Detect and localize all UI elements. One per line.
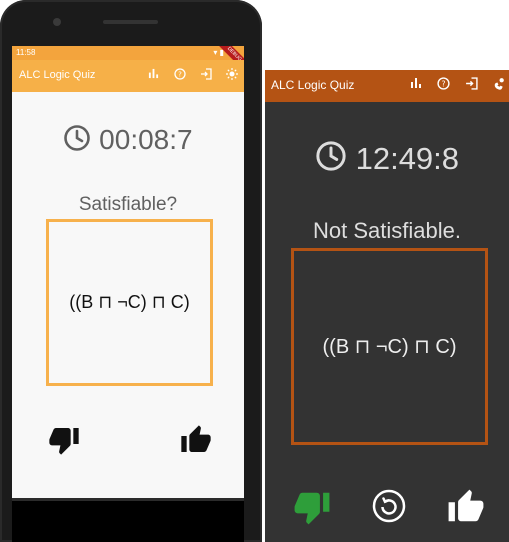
phone-screen-light: 11:58 ▾ ▮ DEBUG ALC Logic Quiz ? 00:08:7…: [12, 46, 244, 498]
retry-button[interactable]: [371, 488, 407, 529]
question-label: Satisfiable?: [78, 194, 178, 215]
phone-frame: 11:58 ▾ ▮ DEBUG ALC Logic Quiz ? 00:08:7…: [0, 0, 262, 542]
thumb-down-button[interactable]: [48, 424, 80, 461]
status-time: 11:58: [16, 48, 36, 57]
thumb-down-icon: [49, 428, 79, 455]
phone-nav-area: [12, 498, 244, 542]
timer-value: 00:08:7: [99, 124, 193, 155]
help-icon[interactable]: ?: [173, 68, 186, 83]
brightness-icon[interactable]: [225, 68, 238, 83]
formula-box-dark: ((B ⊓ ¬C) ⊓ C): [291, 248, 488, 445]
svg-text:?: ?: [178, 71, 182, 79]
app-title-dark: ALC Logic Quiz: [271, 78, 355, 92]
phone-screen-dark: ALC Logic Quiz ? 12:49:8 Not Satisfiable…: [265, 70, 509, 542]
thumb-down-button-dark[interactable]: [293, 488, 331, 531]
thumb-down-icon: [294, 492, 330, 525]
app-title: ALC Logic Quiz: [19, 69, 96, 81]
app-bar-actions-dark: ?: [409, 77, 506, 93]
timer-dark: 12:49:8: [265, 140, 509, 180]
help-icon[interactable]: ?: [437, 77, 450, 93]
stats-icon[interactable]: [147, 68, 160, 83]
app-bar-dark: ALC Logic Quiz ?: [265, 70, 509, 102]
stats-icon[interactable]: [409, 77, 422, 93]
logout-icon[interactable]: [465, 77, 478, 93]
thumb-up-icon: [448, 489, 484, 522]
result-label: Not Satisfiable.: [313, 218, 461, 243]
theme-icon[interactable]: [493, 77, 506, 93]
timer: 00:08:7: [12, 124, 244, 159]
thumb-up-icon: [181, 425, 211, 452]
camera-dot: [53, 18, 61, 26]
logout-icon[interactable]: [199, 68, 212, 83]
speaker-grille: [103, 20, 158, 24]
status-bar: 11:58 ▾ ▮ DEBUG: [12, 46, 244, 75]
timer-value-dark: 12:49:8: [355, 141, 460, 176]
formula-box: ((B ⊓ ¬C) ⊓ C): [46, 219, 213, 386]
formula-text-dark: ((B ⊓ ¬C) ⊓ C): [322, 336, 457, 358]
formula-text: ((B ⊓ ¬C) ⊓ C): [69, 292, 190, 312]
thumb-up-button-dark[interactable]: [447, 488, 485, 531]
app-bar: ALC Logic Quiz ?: [12, 60, 244, 92]
thumb-up-button[interactable]: [180, 424, 212, 461]
clock-icon: [315, 140, 347, 180]
app-bar-actions: ?: [147, 68, 238, 83]
retry-icon: [372, 489, 406, 523]
clock-icon: [63, 124, 91, 159]
svg-text:?: ?: [441, 79, 445, 88]
